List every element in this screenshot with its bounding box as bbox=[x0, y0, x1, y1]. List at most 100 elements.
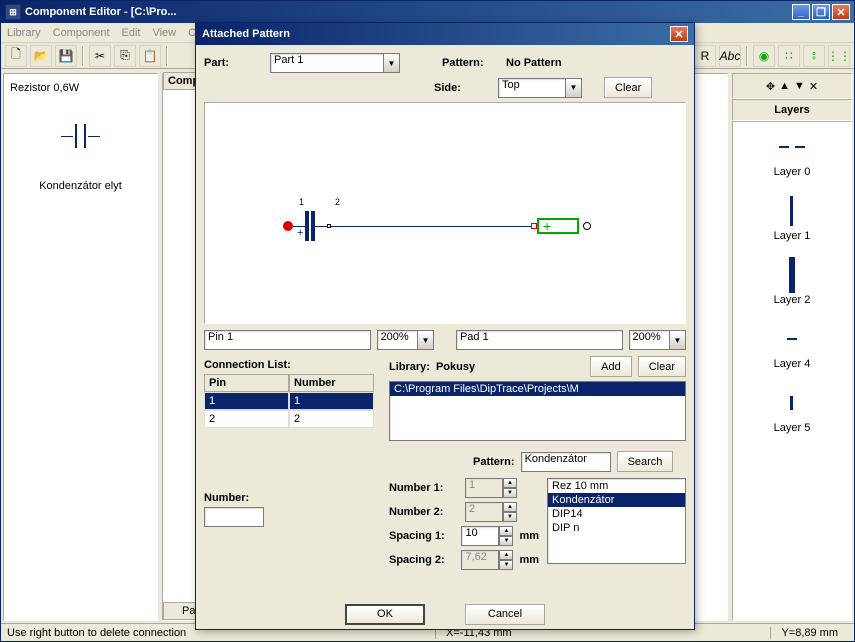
connection-wire bbox=[331, 226, 531, 227]
layer-item-2[interactable]: Layer 2 bbox=[774, 256, 811, 306]
clear-lib-button[interactable]: Clear bbox=[638, 356, 686, 377]
table-row[interactable]: 22 bbox=[204, 410, 374, 428]
main-titlebar[interactable]: ⊞ Component Editor - [C:\Pro... _ ❐ ✕ bbox=[1, 1, 854, 23]
cut-icon[interactable]: ✂ bbox=[89, 45, 111, 67]
panel-close-icon[interactable]: ✕ bbox=[809, 80, 818, 93]
unit-mm: mm bbox=[519, 530, 539, 542]
spacing1-spinner[interactable]: 10 ▲▼ bbox=[461, 526, 513, 546]
spacing2-spinner: 7,62 ▲▼ bbox=[461, 550, 513, 570]
paste-icon[interactable]: 📋 bbox=[139, 45, 161, 67]
table-row[interactable]: 11 bbox=[204, 392, 374, 410]
preview-pane[interactable]: 1 + 2 bbox=[204, 102, 686, 324]
list-item[interactable]: DIP n bbox=[548, 521, 685, 535]
number1-label: Number 1: bbox=[389, 482, 459, 494]
spin-down-icon[interactable]: ▼ bbox=[499, 560, 513, 570]
library-panel: Rezistor 0,6W Kondenzátor elyt bbox=[3, 73, 158, 621]
part-label: Part: bbox=[204, 57, 264, 69]
list-item[interactable]: C:\Program Files\DipTrace\Projects\M bbox=[390, 382, 685, 396]
chevron-down-icon[interactable]: ▼ bbox=[670, 330, 686, 350]
search-button[interactable]: Search bbox=[617, 451, 674, 472]
component-preview[interactable] bbox=[10, 106, 151, 166]
layer-label: Layer 2 bbox=[774, 294, 811, 306]
pin-field[interactable]: Pin 1 bbox=[204, 330, 371, 350]
number1-spinner: 1 ▲▼ bbox=[465, 478, 517, 498]
pin-dot-icon bbox=[283, 221, 293, 231]
grid3-icon[interactable]: ⦂ bbox=[803, 45, 825, 67]
add-button[interactable]: Add bbox=[590, 356, 632, 377]
spin-up-icon[interactable]: ▲ bbox=[503, 502, 517, 512]
chevron-down-icon[interactable]: ▼ bbox=[418, 330, 434, 350]
dialog-titlebar[interactable]: Attached Pattern ✕ bbox=[196, 23, 694, 45]
spin-up-icon[interactable]: ▲ bbox=[503, 478, 517, 488]
save-icon[interactable]: 💾 bbox=[55, 45, 77, 67]
pan-icon[interactable]: ✥ bbox=[766, 80, 775, 93]
part-value[interactable]: Part 1 bbox=[270, 53, 384, 73]
connection-table[interactable]: Pin Number 11 22 bbox=[204, 374, 374, 428]
pin-number-2: 2 bbox=[335, 197, 340, 207]
pattern-search-input[interactable]: Kondenzátor bbox=[521, 452, 611, 472]
tool-icon[interactable]: R bbox=[694, 45, 716, 67]
grid1-icon[interactable]: ◉ bbox=[753, 45, 775, 67]
library-listbox[interactable]: C:\Program Files\DipTrace\Projects\M bbox=[389, 381, 686, 441]
connection-list-title: Connection List: bbox=[204, 356, 379, 374]
copy-icon[interactable]: ⎘ bbox=[114, 45, 136, 67]
layer-item-1[interactable]: Layer 1 bbox=[774, 192, 811, 242]
number2-spinner: 2 ▲▼ bbox=[465, 502, 517, 522]
spin-up-icon[interactable]: ▲ bbox=[499, 526, 513, 536]
menu-library[interactable]: Library bbox=[7, 27, 41, 39]
text-icon[interactable]: Abc bbox=[719, 45, 741, 67]
layer-label: Layer 1 bbox=[774, 230, 811, 242]
up-icon[interactable]: ▲ bbox=[779, 80, 790, 92]
layer-item-4[interactable]: Layer 4 bbox=[774, 320, 811, 370]
layers-list[interactable]: Layer 0 Layer 1 Layer 2 Layer 4 Layer 5 bbox=[732, 121, 852, 621]
chevron-down-icon[interactable]: ▼ bbox=[384, 53, 400, 73]
layer-item-0[interactable]: Layer 0 bbox=[774, 128, 811, 178]
layers-title: Layers bbox=[732, 99, 852, 121]
clear-button[interactable]: Clear bbox=[604, 77, 652, 98]
grid2-icon[interactable]: ∷ bbox=[778, 45, 800, 67]
ok-button[interactable]: OK bbox=[345, 604, 425, 625]
chevron-down-icon[interactable]: ▼ bbox=[566, 78, 582, 98]
open-icon[interactable]: 📂 bbox=[30, 45, 52, 67]
number-input[interactable] bbox=[204, 507, 264, 527]
close-button[interactable]: ✕ bbox=[832, 4, 850, 20]
pad-end-icon bbox=[583, 222, 591, 230]
new-icon[interactable]: 🗋 bbox=[5, 45, 27, 67]
cancel-button[interactable]: Cancel bbox=[465, 604, 545, 625]
side-value[interactable]: Top bbox=[498, 78, 566, 98]
status-hint: Use right button to delete connection bbox=[7, 627, 186, 639]
minimize-button[interactable]: _ bbox=[792, 4, 810, 20]
down-icon[interactable]: ▼ bbox=[794, 80, 805, 92]
unit-mm: mm bbox=[519, 554, 539, 566]
grid4-icon[interactable]: ⋮⋮ bbox=[828, 45, 850, 67]
col-number[interactable]: Number bbox=[289, 374, 374, 392]
list-item[interactable]: Rez 10 mm bbox=[548, 479, 685, 493]
spin-down-icon[interactable]: ▼ bbox=[503, 512, 517, 522]
layer-item-5[interactable]: Layer 5 bbox=[774, 384, 811, 434]
pad-zoom-combo[interactable]: 200% ▼ bbox=[629, 330, 686, 350]
maximize-button[interactable]: ❐ bbox=[812, 4, 830, 20]
component-label: Kondenzátor elyt bbox=[10, 176, 151, 196]
spin-up-icon[interactable]: ▲ bbox=[499, 550, 513, 560]
menu-edit[interactable]: Edit bbox=[122, 27, 141, 39]
pin-zoom-combo[interactable]: 200% ▼ bbox=[377, 330, 434, 350]
menu-view[interactable]: View bbox=[152, 27, 176, 39]
list-item[interactable]: DIP14 bbox=[548, 507, 685, 521]
col-pin[interactable]: Pin bbox=[204, 374, 289, 392]
layers-panel: ✥ ▲ ▼ ✕ Layers Layer 0 Layer 1 Layer 2 bbox=[732, 73, 852, 621]
dialog-close-button[interactable]: ✕ bbox=[670, 26, 688, 42]
pattern-label: Pattern: bbox=[442, 57, 500, 69]
part-combo[interactable]: Part 1 ▼ bbox=[270, 53, 400, 73]
list-item[interactable]: Kondenzátor bbox=[548, 493, 685, 507]
side-combo[interactable]: Top ▼ bbox=[498, 78, 582, 98]
attached-pattern-dialog: Attached Pattern ✕ Part: Part 1 ▼ Patter… bbox=[195, 22, 695, 630]
spin-down-icon[interactable]: ▼ bbox=[503, 488, 517, 498]
menu-component[interactable]: Component bbox=[53, 27, 110, 39]
window-title: Component Editor - [C:\Pro... bbox=[25, 6, 177, 18]
pad-field[interactable]: Pad 1 bbox=[456, 330, 623, 350]
pad-icon bbox=[537, 218, 579, 234]
spin-down-icon[interactable]: ▼ bbox=[499, 536, 513, 546]
spacing2-label: Spacing 2: bbox=[389, 554, 455, 566]
pattern-listbox[interactable]: Rez 10 mm Kondenzátor DIP14 DIP n bbox=[547, 478, 686, 564]
app-icon: ⊞ bbox=[5, 4, 21, 20]
